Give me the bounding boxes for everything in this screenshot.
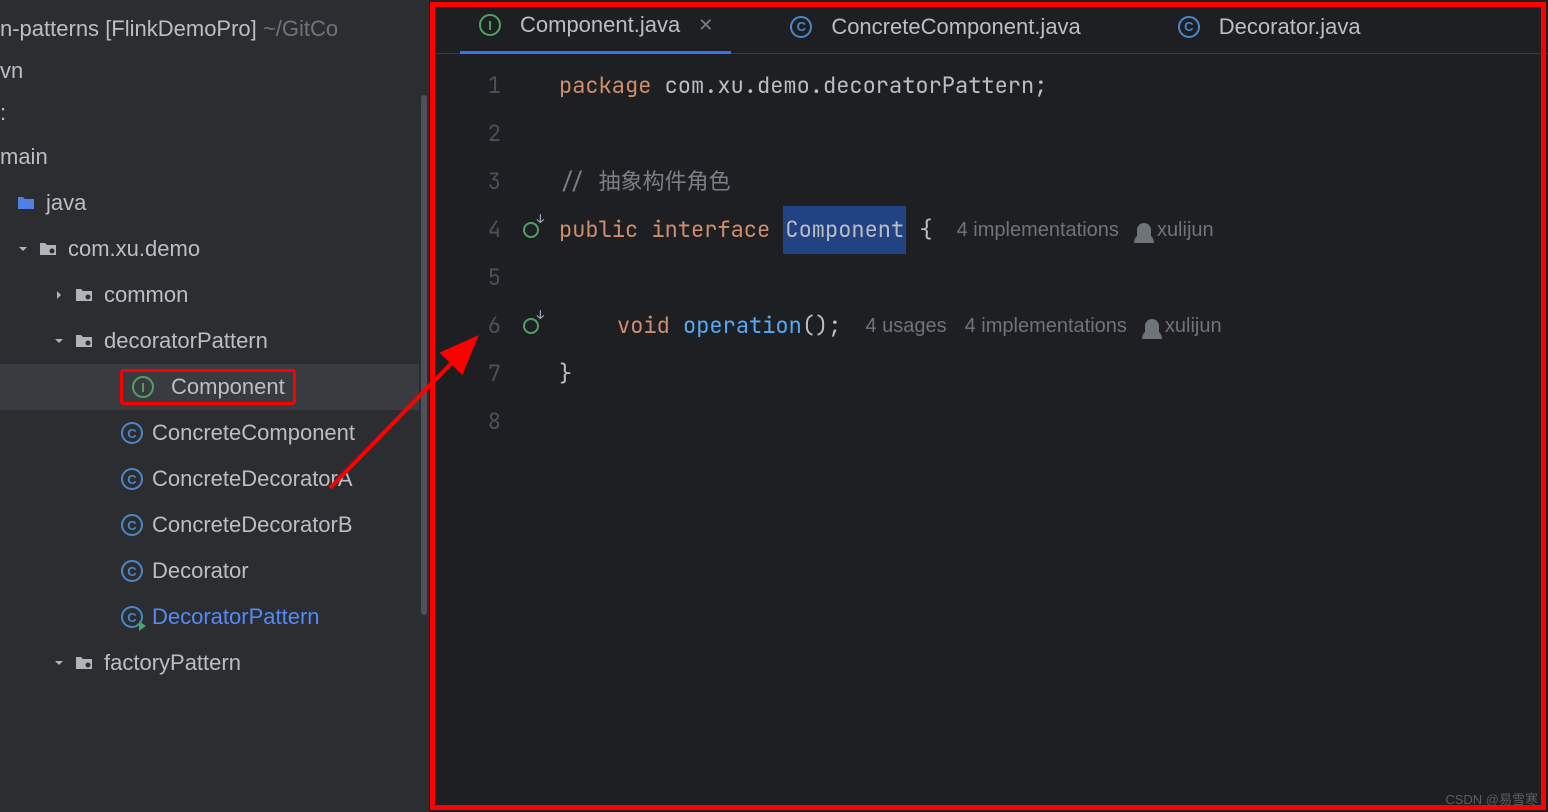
project-name-label: n-patterns [FlinkDemoPro] ~/GitCo — [0, 16, 338, 42]
tree-node-decorator-pkg[interactable]: decoratorPattern — [0, 318, 429, 364]
author-icon — [1145, 319, 1159, 333]
node-label: main — [0, 144, 48, 170]
chevron-right-icon[interactable] — [50, 286, 68, 304]
class-icon: C — [1177, 15, 1201, 39]
tree-node-factory[interactable]: factoryPattern — [0, 640, 429, 686]
line-number: 3 — [430, 158, 501, 206]
tree-node-decorator-pattern[interactable]: C DecoratorPattern — [0, 594, 429, 640]
package-icon — [72, 329, 96, 353]
implementations-gutter-icon[interactable]: ↓ — [515, 206, 547, 254]
keyword: void — [617, 302, 670, 350]
node-label: Decorator — [152, 558, 249, 584]
line-number-gutter: 1 2 3 4 5 6 7 8 — [430, 54, 515, 446]
node-label: decoratorPattern — [104, 328, 268, 354]
watermark: CSDN @易雪寒 — [1445, 789, 1538, 808]
class-icon: C — [789, 15, 813, 39]
chevron-down-icon[interactable] — [50, 332, 68, 350]
keyword: interface — [638, 206, 783, 254]
line-number: 1 — [430, 62, 501, 110]
class-icon: C — [120, 559, 144, 583]
tree-node-vn[interactable]: vn — [0, 50, 429, 92]
project-tree: n-patterns [FlinkDemoPro] ~/GitCo vn : m… — [0, 0, 429, 686]
author-icon — [1137, 223, 1151, 237]
class-icon: C — [120, 421, 144, 445]
class-icon: C — [120, 467, 144, 491]
method-name: operation — [670, 302, 802, 350]
runnable-class-icon: C — [120, 605, 144, 629]
line-number: 4 — [430, 206, 501, 254]
close-icon[interactable]: ✕ — [698, 15, 713, 36]
tree-node-component[interactable]: I Component — [0, 364, 429, 410]
node-label: ConcreteDecoratorB — [152, 512, 353, 538]
node-label: common — [104, 282, 188, 308]
punctuation: (); — [802, 302, 842, 350]
node-label: ConcreteComponent — [152, 420, 355, 446]
scrollbar-thumb[interactable] — [421, 95, 427, 615]
package-path: com.xu.demo.decoratorPattern; — [651, 62, 1047, 110]
inlay-hint-author[interactable]: xulijun — [1137, 206, 1214, 254]
tab-label: Component.java — [520, 12, 680, 38]
interface-icon: I — [131, 375, 155, 399]
tree-node-decorator-file[interactable]: C Decorator — [0, 548, 429, 594]
node-label: Component — [171, 374, 285, 400]
inlay-hint-implementations[interactable]: 4 implementations — [957, 206, 1119, 254]
tree-node-pkg[interactable]: com.xu.demo — [0, 226, 429, 272]
tab-decorator[interactable]: C Decorator.java — [1159, 0, 1379, 54]
comment: // 抽象构件角色 — [559, 158, 731, 206]
code-content[interactable]: package com.xu.demo.decoratorPattern; //… — [547, 54, 1548, 446]
punctuation: } — [559, 350, 572, 398]
project-root[interactable]: n-patterns [FlinkDemoPro] ~/GitCo — [0, 8, 429, 50]
package-icon — [72, 651, 96, 675]
node-label: ConcreteDecoratorA — [152, 466, 353, 492]
tree-node-main[interactable]: main — [0, 134, 429, 180]
chevron-down-icon[interactable] — [50, 654, 68, 672]
package-icon — [36, 237, 60, 261]
keyword: public — [559, 206, 638, 254]
tab-label: ConcreteComponent.java — [831, 14, 1080, 40]
line-number: 2 — [430, 110, 501, 158]
node-label: factoryPattern — [104, 650, 241, 676]
scrollbar-track — [419, 0, 429, 812]
tab-label: Decorator.java — [1219, 14, 1361, 40]
tab-component[interactable]: I Component.java ✕ — [460, 0, 731, 54]
line-number: 8 — [430, 398, 501, 446]
inlay-hint-implementations[interactable]: 4 implementations — [965, 302, 1127, 350]
tree-node-dot[interactable]: : — [0, 92, 429, 134]
node-label: : — [0, 100, 6, 126]
keyword: package — [559, 62, 651, 110]
punctuation: { — [906, 206, 932, 254]
inlay-hint-author[interactable]: xulijun — [1145, 302, 1222, 350]
line-number: 6 — [430, 302, 501, 350]
tree-node-concrete-component[interactable]: C ConcreteComponent — [0, 410, 429, 456]
project-sidebar[interactable]: n-patterns [FlinkDemoPro] ~/GitCo vn : m… — [0, 0, 430, 812]
implementations-gutter-icon[interactable]: ↓ — [515, 302, 547, 350]
tree-node-concrete-b[interactable]: C ConcreteDecoratorB — [0, 502, 429, 548]
line-number: 5 — [430, 254, 501, 302]
tree-node-concrete-a[interactable]: C ConcreteDecoratorA — [0, 456, 429, 502]
tab-concrete-component[interactable]: C ConcreteComponent.java — [771, 0, 1098, 54]
type-name-highlighted: Component — [783, 206, 906, 254]
interface-icon: I — [478, 13, 502, 37]
editor-tabs: I Component.java ✕ C ConcreteComponent.j… — [430, 0, 1548, 54]
tree-node-common[interactable]: common — [0, 272, 429, 318]
chevron-down-icon[interactable] — [14, 240, 32, 258]
node-label: vn — [0, 58, 23, 84]
inlay-hint-usages[interactable]: 4 usages — [865, 302, 946, 350]
package-icon — [72, 283, 96, 307]
folder-icon — [14, 191, 38, 215]
node-label: java — [46, 190, 86, 216]
line-number: 7 — [430, 350, 501, 398]
gutter-icons: ↓ ↓ — [515, 54, 547, 446]
code-editor[interactable]: 1 2 3 4 5 6 7 8 ↓ ↓ — [430, 54, 1548, 446]
class-icon: C — [120, 513, 144, 537]
node-label: DecoratorPattern — [152, 604, 320, 630]
node-label: com.xu.demo — [68, 236, 200, 262]
editor-area: I Component.java ✕ C ConcreteComponent.j… — [430, 0, 1548, 812]
tree-node-java[interactable]: java — [0, 180, 429, 226]
